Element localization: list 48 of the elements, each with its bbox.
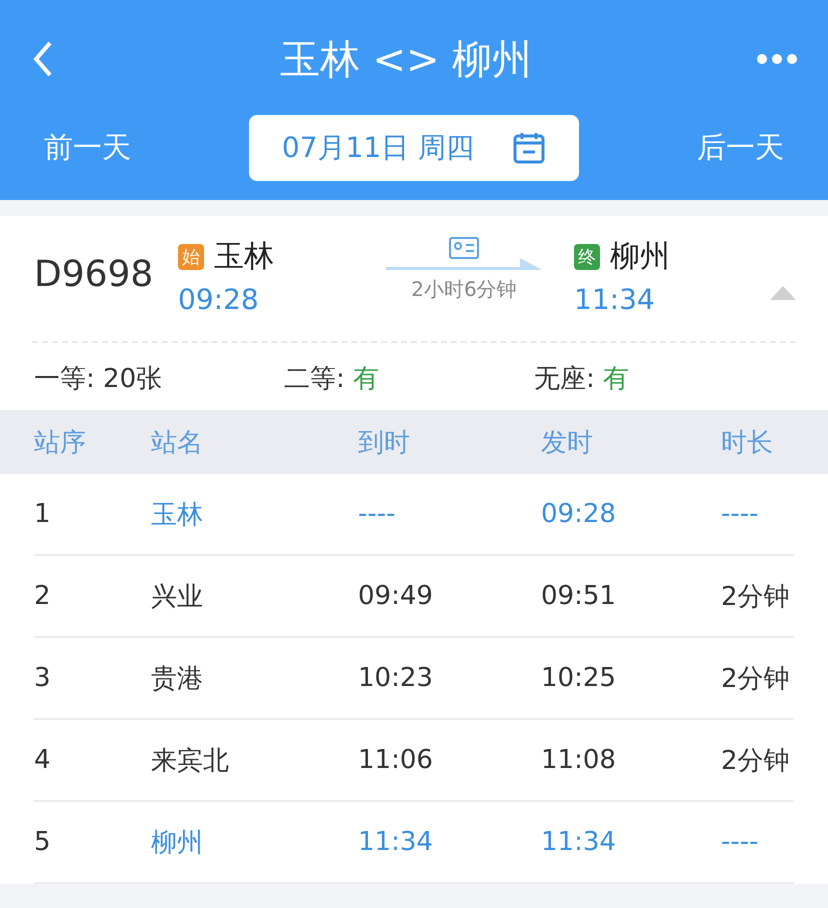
- page-title: 玉林 <> 柳州: [280, 36, 532, 84]
- table-cell-text: 来宾北: [151, 744, 230, 778]
- table-cell-text: 2分钟: [721, 744, 791, 778]
- origin-station: 玉林: [214, 238, 274, 276]
- table-cell-text: 10:23: [358, 663, 434, 693]
- more-icon[interactable]: [756, 53, 798, 65]
- table-cell-text: 09:49: [358, 581, 434, 611]
- column-header: 时长: [721, 426, 774, 460]
- table-cell-text: 11:06: [358, 745, 434, 775]
- table-cell-text: 玉林: [151, 498, 204, 532]
- table-cell-text: 11:34: [541, 827, 617, 857]
- arrival-time: 11:34: [574, 283, 656, 316]
- table-cell-text: 4: [34, 745, 52, 775]
- table-cell-text: 5: [34, 827, 52, 857]
- table-cell-text: ----: [721, 499, 760, 529]
- departure-time: 09:28: [178, 283, 260, 316]
- column-header: 发时: [541, 426, 594, 460]
- table-cell-text: 柳州: [151, 826, 204, 860]
- previous-day-button[interactable]: 前一天: [44, 128, 131, 168]
- table-cell-text: 贵港: [151, 662, 204, 696]
- caret-icon[interactable]: [770, 286, 796, 300]
- table-cell-text: 兴业: [151, 580, 204, 614]
- table-cell-text: ----: [358, 499, 397, 529]
- table-cell-text: 10:25: [541, 663, 617, 693]
- table-cell-text: 2分钟: [721, 580, 791, 614]
- next-day-button[interactable]: 后一天: [697, 128, 784, 168]
- date-picker[interactable]: 07月11日 周四: [249, 114, 579, 180]
- destination-station: 柳州: [610, 238, 670, 276]
- table-cell-text: ----: [721, 827, 760, 857]
- seat-availability: 无座: 有: [534, 363, 630, 396]
- table-cell-text: 09:28: [541, 499, 617, 529]
- table-cell-text: 09:51: [541, 581, 617, 611]
- table-cell-text: 2: [34, 581, 52, 611]
- table-cell-text: 1: [34, 499, 52, 529]
- column-header: 到时: [358, 426, 411, 460]
- table-cell-text: 11:34: [358, 827, 434, 857]
- table-cell-text: 3: [34, 663, 52, 693]
- travel-duration: 2小时6分钟: [411, 276, 517, 303]
- table-cell-text: 2分钟: [721, 662, 791, 696]
- origin-badge: 始: [178, 244, 204, 270]
- seat-availability: 一等: 20张: [34, 363, 164, 396]
- column-header: 站序: [34, 426, 87, 460]
- column-header: 站名: [151, 426, 204, 460]
- calendar-icon: [512, 130, 546, 164]
- seat-availability: 二等: 有: [284, 363, 380, 396]
- train-number: D9698: [34, 254, 154, 295]
- destination-badge: 终: [574, 244, 600, 270]
- table-cell-text: 11:08: [541, 745, 617, 775]
